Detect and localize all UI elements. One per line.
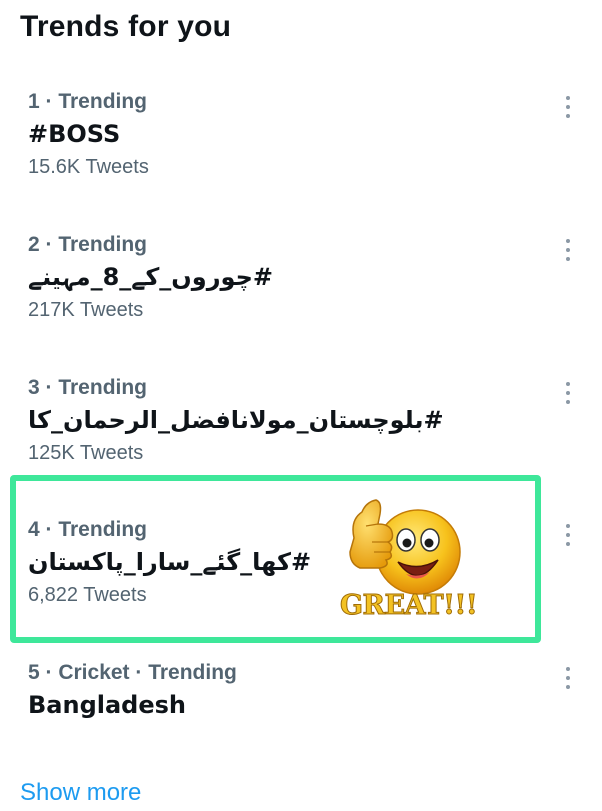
trend-tweet-count: 217K Tweets: [28, 299, 144, 321]
trend-tweet-count: 125K Tweets: [28, 442, 144, 464]
show-more-link[interactable]: Show more: [20, 779, 141, 807]
more-options-icon[interactable]: [562, 522, 574, 548]
trend-meta: 1 · Trending: [28, 90, 148, 113]
trend-meta: 4 · Trending: [28, 518, 148, 541]
trend-item-4[interactable]: 4 · Trending #کھا_گئے_سارا_پاکستان 6,822…: [0, 518, 602, 661]
trend-name: #چوروں_کے_8_مہینے: [28, 263, 273, 291]
trend-item-1[interactable]: 1 · Trending #BOSS 15.6K Tweets: [0, 90, 602, 233]
trend-tweet-count: 15.6K Tweets: [28, 156, 149, 178]
trend-meta: 2 · Trending: [28, 233, 148, 256]
trend-meta: 3 · Trending: [28, 376, 148, 399]
page-title: Trends for you: [20, 10, 232, 43]
trend-name: Bangladesh: [28, 691, 187, 719]
more-options-icon[interactable]: [562, 665, 574, 691]
trend-name: #کھا_گئے_سارا_پاکستان: [28, 548, 312, 576]
trend-meta: 5 · Cricket · Trending: [28, 661, 237, 684]
sticker-text: GREAT!!!: [339, 590, 478, 622]
more-options-icon[interactable]: [562, 94, 574, 120]
trend-item-2[interactable]: 2 · Trending #چوروں_کے_8_مہینے 217K Twee…: [0, 233, 602, 376]
more-options-icon[interactable]: [562, 237, 574, 263]
trend-name: #BOSS: [28, 120, 121, 148]
more-options-icon[interactable]: [562, 380, 574, 406]
trend-tweet-count: 6,822 Tweets: [28, 584, 147, 606]
trend-name: #بلوچستان_مولانافضل_الرحمان_کا: [28, 406, 444, 434]
